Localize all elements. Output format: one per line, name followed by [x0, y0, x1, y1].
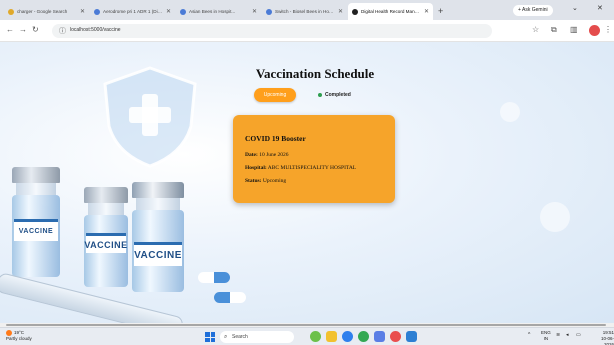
vaccine-hospital-row: Hospital: ABC MULTISPECIALITY HOSPITAL — [245, 165, 356, 171]
scrollbar-thumb[interactable] — [6, 324, 606, 326]
wifi-icon[interactable]: ≋ — [556, 332, 560, 338]
vaccine-status-row: Status: Upcoming — [245, 178, 286, 184]
browser-tab[interactable]: Switch - Biosel Bees in Hospi... ✕ — [262, 3, 347, 20]
page-viewport: VACCINE VACCINE VACCINE Vaccination Sche… — [0, 42, 614, 323]
vscode-icon[interactable] — [406, 331, 417, 342]
close-tab-icon[interactable]: ✕ — [166, 8, 171, 15]
vaccine-name: COVID 19 Booster — [245, 134, 306, 143]
menu-icon[interactable]: ⋮ — [604, 25, 612, 34]
tab-title: Aerodrome pri 1 ADR 1 (Digam... — [103, 9, 163, 14]
reload-icon[interactable]: ↻ — [32, 25, 39, 34]
site-info-icon[interactable]: ⓘ — [59, 26, 66, 36]
bokeh-light — [500, 102, 520, 122]
file-explorer-icon[interactable] — [326, 331, 337, 342]
browser-tab[interactable]: Digital Health Record Manage... ✕ — [348, 3, 433, 20]
hospital-label: Hospital: — [245, 165, 267, 171]
weather-temp: 19°C — [14, 330, 25, 336]
forward-icon[interactable]: → — [19, 25, 27, 34]
sidebar-icon[interactable]: ▥ — [570, 25, 578, 34]
bookmark-star-icon[interactable]: ☆ — [532, 25, 539, 34]
taskbar-search-input[interactable]: ⌕ Search — [220, 331, 294, 343]
region-code: IN — [543, 335, 549, 341]
extensions-icon[interactable]: ⧉ — [551, 25, 557, 35]
browser-toolbar: ← → ↻ ⓘ localhost:5000/vaccine ☆ ⧉ ▥ ⋮ — [0, 20, 614, 42]
start-button-icon[interactable] — [205, 332, 215, 342]
browser-tab[interactable]: Aerodrome pri 1 ADR 1 (Digam...✕ — [90, 3, 175, 20]
vial-label: VACCINE — [134, 242, 182, 266]
status-value: Upcoming — [262, 178, 287, 184]
url-text[interactable]: localhost:5000/vaccine — [70, 27, 121, 33]
tab-title: Asian Bees in Hospit... — [189, 9, 236, 14]
hospital-value: ABC MULTISPECIALITY HOSPITAL — [267, 165, 357, 171]
profile-avatar[interactable] — [589, 25, 600, 36]
taskbar-search-placeholder: Search — [232, 334, 248, 340]
schedule-tabs: Upcoming Completed — [254, 88, 351, 102]
weather-widget[interactable]: 19°C Partly cloudy — [6, 330, 32, 342]
weather-desc: Partly cloudy — [6, 336, 32, 341]
tab-favicon-icon — [180, 8, 186, 15]
date-value: 10 June 2026 — [259, 152, 289, 158]
search-app-icon[interactable] — [374, 331, 385, 342]
app-icon[interactable] — [310, 331, 321, 342]
vaccine-vial: VACCINE — [12, 167, 60, 277]
tab-title: Switch - Biosel Bees in Hospi... — [275, 9, 335, 14]
close-tab-icon[interactable]: ✕ — [338, 8, 343, 15]
medical-shield-icon — [103, 66, 197, 168]
capsule-pill — [214, 292, 246, 303]
tab-completed-label: Completed — [325, 92, 351, 98]
close-tab-icon[interactable]: ✕ — [80, 8, 85, 15]
tab-upcoming[interactable]: Upcoming — [254, 88, 296, 102]
tab-favicon-icon — [8, 8, 14, 15]
vial-label: VACCINE — [13, 219, 59, 241]
battery-icon[interactable]: ▭ — [576, 332, 581, 338]
vaccine-date-row: Date: 10 June 2026 — [245, 152, 289, 158]
page-title: Vaccination Schedule — [255, 66, 375, 81]
vaccine-vial: VACCINE — [84, 187, 128, 287]
bokeh-light — [540, 202, 570, 232]
date-label: Date: — [245, 152, 258, 158]
browser-tab[interactable]: Asian Bees in Hospit... ✕ — [176, 3, 261, 20]
back-icon[interactable]: ← — [6, 25, 14, 34]
clock-date: 10-06-2026 — [600, 336, 614, 345]
capsule-pill — [198, 272, 230, 283]
language-indicator[interactable]: ENG IN — [541, 330, 551, 341]
dropdown-icon[interactable]: ⌄ — [572, 4, 578, 12]
app-icon[interactable] — [390, 331, 401, 342]
status-label: Status: — [245, 178, 262, 184]
close-tab-icon[interactable]: ✕ — [424, 8, 429, 15]
close-window-icon[interactable]: ✕ — [597, 4, 603, 12]
windows-taskbar: 19°C Partly cloudy ⌕ Search ^ ENG IN ≋ ◂… — [0, 327, 614, 345]
tab-completed[interactable]: Completed — [318, 88, 351, 102]
tab-title: Digital Health Record Manage... — [361, 9, 421, 14]
tab-favicon-icon — [94, 8, 100, 15]
close-tab-icon[interactable]: ✕ — [252, 8, 257, 15]
ask-gemini-button[interactable]: + Ask Gemini — [513, 5, 553, 16]
browser-tab[interactable]: charger - Google Search ✕ — [4, 3, 89, 20]
address-bar[interactable]: ⓘ localhost:5000/vaccine — [52, 24, 492, 38]
tab-title: charger - Google Search — [17, 9, 68, 14]
completed-dot-icon — [318, 93, 322, 97]
tab-favicon-icon — [266, 8, 272, 15]
search-icon: ⌕ — [224, 334, 228, 340]
vial-label: VACCINE — [84, 233, 127, 253]
tray-overflow-icon[interactable]: ^ — [528, 332, 530, 338]
vaccine-card[interactable]: COVID 19 Booster Date: 10 June 2026 Hosp… — [233, 115, 395, 203]
tab-upcoming-label: Upcoming — [263, 92, 287, 98]
chrome-browser-icon[interactable] — [358, 331, 369, 342]
edge-browser-icon[interactable] — [342, 331, 353, 342]
clock[interactable]: 19:51 10-06-2026 — [594, 330, 614, 345]
tab-favicon-icon — [352, 8, 358, 15]
vaccine-vial: VACCINE — [132, 182, 184, 292]
volume-icon[interactable]: ◂ — [566, 332, 569, 338]
new-tab-button[interactable]: + — [438, 3, 443, 20]
language-code: ENG — [541, 330, 551, 335]
